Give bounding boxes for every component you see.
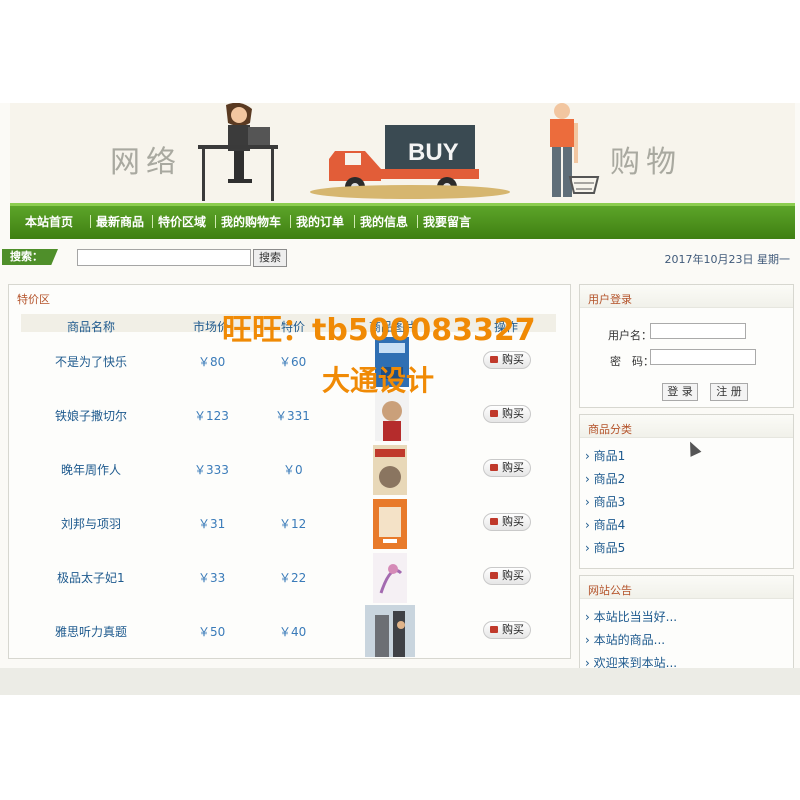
product-name[interactable]: 不是为了快乐 bbox=[55, 353, 127, 370]
nav-separator bbox=[354, 215, 355, 228]
buy-button-label: 购买 bbox=[502, 353, 524, 366]
nav-item-special-offers[interactable]: 特价区域 bbox=[158, 213, 206, 230]
buy-button[interactable]: 购买 bbox=[483, 567, 531, 585]
cart-icon bbox=[490, 410, 498, 417]
search-bar: 搜索： 搜索 2017年10月23日 星期一 bbox=[0, 243, 800, 273]
category-link-1[interactable]: › 商品1 bbox=[585, 447, 625, 464]
watermark-line-1: 旺旺：tb500083327 bbox=[222, 313, 536, 348]
special-offers-title: 特价区 bbox=[17, 293, 50, 306]
product-cover-image[interactable] bbox=[373, 445, 407, 495]
woman-at-desk-illustration bbox=[198, 103, 278, 201]
buy-button-label: 购买 bbox=[502, 407, 524, 420]
nav-item-orders[interactable]: 我的订单 bbox=[296, 213, 344, 230]
product-name[interactable]: 刘邦与项羽 bbox=[61, 515, 121, 532]
market-price: ￥123 bbox=[194, 409, 229, 423]
categories-title: 商品分类 bbox=[588, 423, 632, 436]
buy-button-label: 购买 bbox=[502, 515, 524, 528]
footer-strip bbox=[0, 668, 800, 695]
cart-icon bbox=[490, 626, 498, 633]
man-with-basket-illustration bbox=[550, 103, 600, 197]
nav-separator bbox=[417, 215, 418, 228]
category-label: 商品1 bbox=[593, 449, 626, 463]
nav-separator bbox=[290, 215, 291, 228]
product-cover-image[interactable] bbox=[373, 499, 407, 549]
nav-separator bbox=[215, 215, 216, 228]
notice-title: 网站公告 bbox=[588, 584, 632, 597]
page: 网络 购物 BUY 本站首页 最新商品 特价区域 我的购物车 我的订单 我的信息… bbox=[0, 103, 800, 695]
buy-button-label: 购买 bbox=[502, 569, 524, 582]
product-cover-image[interactable] bbox=[373, 553, 407, 603]
cart-icon bbox=[490, 572, 498, 579]
password-label: 密 码： bbox=[610, 355, 654, 368]
username-label: 用户名： bbox=[608, 329, 652, 342]
category-label: 商品2 bbox=[593, 472, 626, 486]
market-price: ￥33 bbox=[198, 571, 226, 585]
nav-highlight bbox=[10, 203, 795, 206]
search-label: 搜索： bbox=[2, 249, 58, 265]
product-name[interactable]: 雅思听力真题 bbox=[55, 623, 127, 640]
buy-button[interactable]: 购买 bbox=[483, 351, 531, 369]
search-input[interactable] bbox=[77, 249, 251, 266]
password-input[interactable] bbox=[650, 349, 756, 365]
login-panel: 用户登录 用户名： 密 码： 登 录 注 册 bbox=[579, 284, 794, 408]
category-label: 商品5 bbox=[593, 541, 626, 555]
truck-buy-text: BUY bbox=[408, 139, 459, 166]
buy-button-label: 购买 bbox=[502, 623, 524, 636]
categories-panel: 商品分类 › 商品1 › 商品2 › 商品3 › 商品4 › 商品5 bbox=[579, 414, 794, 569]
search-button[interactable]: 搜索 bbox=[253, 249, 287, 267]
buy-button[interactable]: 购买 bbox=[483, 513, 531, 531]
nav-separator bbox=[152, 215, 153, 228]
special-price: ￥60 bbox=[279, 355, 307, 369]
market-price: ￥50 bbox=[198, 625, 226, 639]
category-label: 商品3 bbox=[593, 495, 626, 509]
product-name[interactable]: 极品太子妃1 bbox=[57, 569, 125, 586]
banner-right-text: 购物 bbox=[610, 145, 682, 180]
nav-item-my-info[interactable]: 我的信息 bbox=[360, 213, 408, 230]
buy-button-label: 购买 bbox=[502, 461, 524, 474]
banner: 网络 购物 BUY bbox=[10, 103, 795, 203]
ground-shadow bbox=[310, 185, 510, 199]
special-price: ￥22 bbox=[279, 571, 307, 585]
nav-item-message[interactable]: 我要留言 bbox=[423, 213, 471, 230]
buy-button[interactable]: 购买 bbox=[483, 405, 531, 423]
category-link-5[interactable]: › 商品5 bbox=[585, 539, 625, 556]
buy-button[interactable]: 购买 bbox=[483, 459, 531, 477]
market-price: ￥31 bbox=[198, 517, 226, 531]
username-input[interactable] bbox=[650, 323, 746, 339]
special-price: ￥331 bbox=[275, 409, 310, 423]
register-button[interactable]: 注 册 bbox=[710, 383, 748, 401]
cart-icon bbox=[490, 518, 498, 525]
cart-icon bbox=[490, 356, 498, 363]
cart-icon bbox=[490, 464, 498, 471]
special-price: ￥0 bbox=[283, 463, 303, 477]
login-button[interactable]: 登 录 bbox=[662, 383, 698, 401]
notice-label: 本站的商品... bbox=[593, 633, 666, 647]
product-cover-image[interactable] bbox=[365, 605, 415, 657]
banner-left-text: 网络 bbox=[110, 145, 182, 180]
product-name[interactable]: 晚年周作人 bbox=[61, 461, 121, 478]
category-label: 商品4 bbox=[593, 518, 626, 532]
nav-separator bbox=[90, 215, 91, 228]
nav-item-home[interactable]: 本站首页 bbox=[25, 213, 73, 230]
category-link-2[interactable]: › 商品2 bbox=[585, 470, 625, 487]
market-price: ￥333 bbox=[194, 463, 229, 477]
login-title: 用户登录 bbox=[588, 293, 632, 306]
notice-link-2[interactable]: › 本站的商品... bbox=[585, 631, 665, 648]
nav-item-new-products[interactable]: 最新商品 bbox=[96, 213, 144, 230]
market-price: ￥80 bbox=[198, 355, 226, 369]
product-name[interactable]: 铁娘子撒切尔 bbox=[55, 407, 127, 424]
current-date: 2017年10月23日 星期一 bbox=[664, 253, 791, 266]
category-link-4[interactable]: › 商品4 bbox=[585, 516, 625, 533]
category-link-3[interactable]: › 商品3 bbox=[585, 493, 625, 510]
watermark-line-2: 大通设计 bbox=[322, 364, 435, 397]
notice-link-1[interactable]: › 本站比当当好... bbox=[585, 608, 677, 625]
special-price: ￥12 bbox=[279, 517, 307, 531]
column-header-name: 商品名称 bbox=[67, 320, 116, 334]
notice-label: 本站比当当好... bbox=[593, 610, 678, 624]
special-price: ￥40 bbox=[279, 625, 307, 639]
buy-button[interactable]: 购买 bbox=[483, 621, 531, 639]
main-navigation: 本站首页 最新商品 特价区域 我的购物车 我的订单 我的信息 我要留言 bbox=[10, 203, 795, 239]
nav-item-cart[interactable]: 我的购物车 bbox=[221, 213, 281, 230]
